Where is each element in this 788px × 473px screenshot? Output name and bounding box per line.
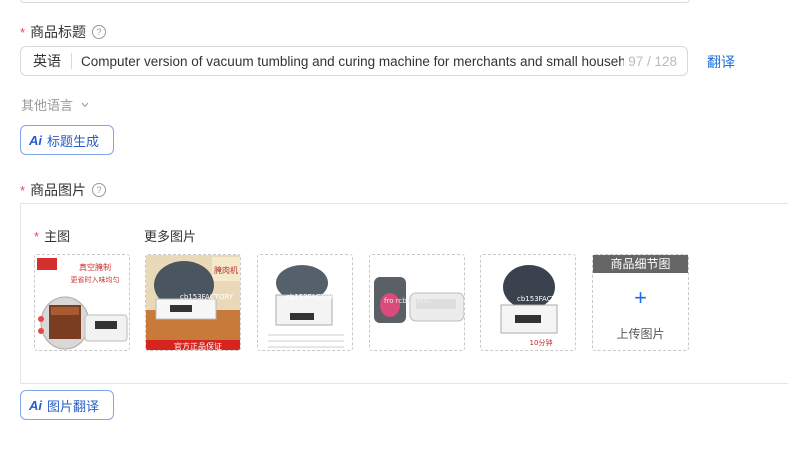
upload-image-label: 上传图片: [616, 327, 665, 341]
product-image-3[interactable]: cb153FACTORY: [257, 254, 353, 351]
plus-icon: +: [634, 285, 647, 310]
ai-title-generate-label: 标题生成: [47, 133, 100, 149]
other-languages-label: 其他语言: [21, 98, 74, 113]
product-image-5[interactable]: cb153FACTORY ST 10分钟: [480, 254, 576, 351]
thumb-watermark: cb153FACTORY ST: [517, 295, 576, 303]
help-circle-icon[interactable]: ?: [92, 25, 107, 39]
ai-image-translate-label: 图片翻译: [47, 398, 100, 414]
title-label-row: * 商品标题 ?: [20, 22, 107, 42]
char-counter: 97 / 128: [628, 53, 677, 69]
translate-link[interactable]: 翻译: [707, 52, 735, 72]
product-photo-4: fro rcb153FAC: [370, 255, 464, 350]
language-tag: 英语: [21, 53, 72, 69]
thumb-watermark: fro rcb153FAC: [384, 297, 433, 305]
ai-image-translate-button[interactable]: Ai 图片翻译: [20, 390, 114, 420]
ai-title-generate-button[interactable]: Ai 标题生成: [20, 125, 114, 155]
thumb-watermark: cb153FACTORY: [286, 293, 340, 301]
help-circle-icon[interactable]: ?: [92, 183, 107, 197]
thumb-caption-mid: 更省时入味均匀: [71, 275, 120, 284]
chevron-down-icon: [81, 102, 89, 108]
main-image-label: * 主图: [34, 229, 71, 244]
upload-image-button[interactable]: 商品细节图 + 上传图片: [592, 254, 689, 351]
previous-field-edge: [20, 0, 690, 3]
ai-icon: Ai: [29, 397, 42, 413]
product-photo-5: cb153FACTORY ST 10分钟: [481, 255, 576, 350]
product-photo-1: 真空腌制 更省时入味均匀: [35, 255, 129, 350]
product-image-2[interactable]: 腌肉机 cb153FACTORY 官方正品保证: [145, 254, 241, 351]
required-mark: *: [20, 24, 26, 40]
required-mark: *: [20, 182, 26, 198]
title-input[interactable]: 英语 Computer version of vacuum tumbling a…: [20, 46, 688, 76]
images-label-row: * 商品图片 ?: [20, 180, 107, 200]
ai-icon: Ai: [29, 132, 42, 148]
thumb-banner: 官方正品保证: [174, 341, 222, 351]
thumb-bottom-caption: 10分钟: [530, 338, 553, 347]
title-label: 商品标题: [30, 24, 87, 40]
product-image-main[interactable]: 真空腌制 更省时入味均匀: [34, 254, 130, 351]
thumb-caption-top: 真空腌制: [79, 262, 111, 272]
product-image-4[interactable]: fro rcb153FAC: [369, 254, 465, 351]
other-languages-toggle[interactable]: 其他语言: [21, 95, 90, 114]
detail-image-tag: 商品细节图: [593, 255, 688, 273]
title-input-value[interactable]: Computer version of vacuum tumbling and …: [72, 54, 624, 69]
thumb-caption-top: 腌肉机: [214, 265, 238, 275]
images-label: 商品图片: [30, 182, 87, 198]
more-images-label: 更多图片: [144, 229, 197, 244]
required-mark: *: [34, 229, 40, 244]
product-photo-2: 腌肉机 cb153FACTORY 官方正品保证: [146, 255, 240, 351]
product-photo-3: cb153FACTORY: [258, 255, 352, 350]
thumb-watermark: cb153FACTORY: [180, 293, 234, 301]
